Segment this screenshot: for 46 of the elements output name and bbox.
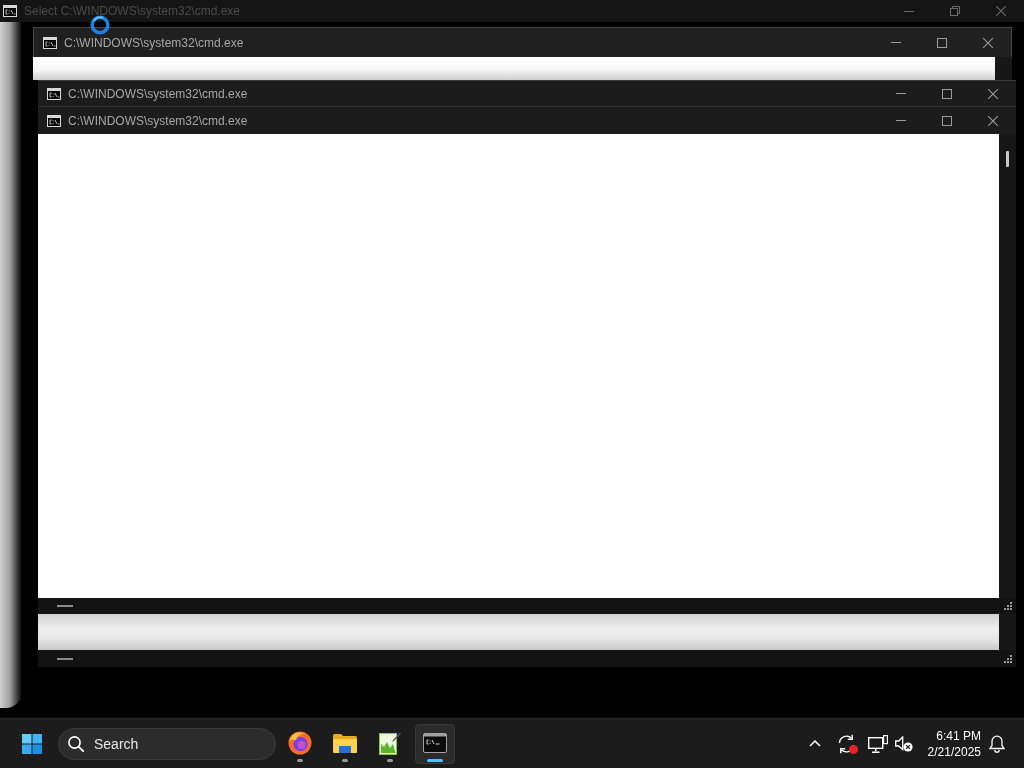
terminal-icon[interactable] bbox=[423, 732, 447, 753]
folder-icon[interactable] bbox=[333, 732, 357, 753]
clock-date[interactable]: 2/21/2025 bbox=[927, 743, 981, 760]
running-indicator-icon bbox=[387, 758, 393, 762]
console-icon bbox=[47, 87, 61, 100]
maximize-icon bbox=[937, 37, 947, 48]
resize-grip-icon[interactable] bbox=[1003, 602, 1012, 610]
maximize-icon bbox=[942, 88, 952, 99]
speaker-muted-icon[interactable] bbox=[894, 735, 913, 752]
window-title: C:\WINDOWS\system32\cmd.exe bbox=[68, 86, 248, 101]
close-icon bbox=[996, 6, 1006, 16]
scrollbar[interactable] bbox=[999, 134, 1016, 598]
cursor-underscore-icon bbox=[57, 657, 73, 660]
chart-document-icon[interactable] bbox=[379, 730, 401, 755]
resize-grip-icon[interactable] bbox=[1003, 654, 1012, 663]
monitor-icon[interactable] bbox=[867, 734, 888, 753]
chevron-up-icon[interactable] bbox=[808, 740, 821, 747]
minimize-icon bbox=[896, 120, 906, 121]
bell-icon[interactable] bbox=[989, 734, 1005, 753]
maximize-icon bbox=[942, 115, 952, 126]
flame-globe-icon[interactable] bbox=[288, 730, 312, 755]
running-indicator-icon bbox=[342, 758, 348, 762]
minimize-icon bbox=[896, 93, 906, 94]
console-icon bbox=[3, 5, 17, 17]
close-icon bbox=[988, 115, 998, 126]
cursor-underscore-icon bbox=[57, 605, 73, 607]
scrollbar[interactable] bbox=[995, 57, 1012, 80]
scrollbar-thumb[interactable] bbox=[1006, 151, 1009, 167]
restore-icon bbox=[950, 6, 960, 16]
four-tiles-icon bbox=[22, 733, 42, 754]
running-indicator-icon bbox=[297, 758, 303, 762]
close-icon bbox=[988, 88, 998, 99]
sync-alert-icon[interactable] bbox=[837, 733, 859, 754]
window-title: C:\WINDOWS\system32\cmd.exe bbox=[64, 35, 244, 50]
taskbar-app-button[interactable] bbox=[415, 723, 455, 764]
minimize-icon bbox=[891, 42, 901, 43]
console-icon bbox=[43, 36, 57, 49]
minimize-icon bbox=[904, 10, 914, 12]
search-field[interactable]: Search bbox=[58, 727, 276, 760]
scrollbar[interactable] bbox=[999, 614, 1016, 650]
close-icon bbox=[983, 37, 993, 48]
console-icon bbox=[47, 114, 61, 127]
search-icon bbox=[68, 735, 84, 752]
window-title: C:\WINDOWS\system32\cmd.exe bbox=[68, 113, 248, 128]
running-indicator-icon bbox=[427, 758, 443, 762]
clock-time[interactable]: 6:41 PM bbox=[936, 727, 981, 744]
